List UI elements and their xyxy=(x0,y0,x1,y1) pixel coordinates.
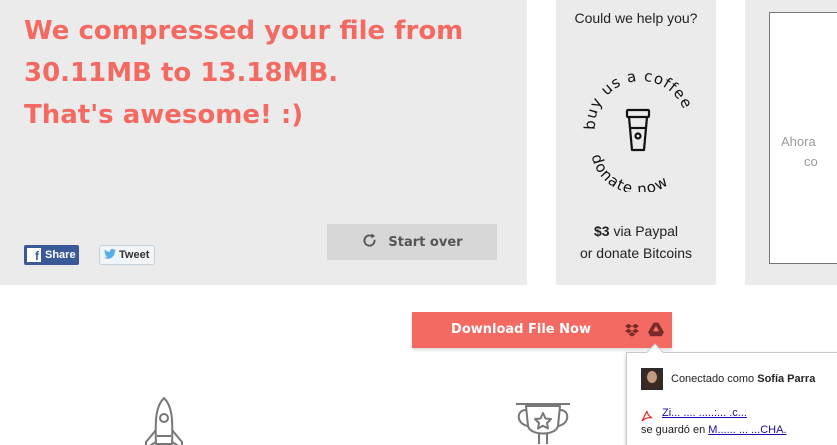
saved-location-text: se guardó en M...... ... ...CHA. xyxy=(641,424,787,436)
avatar xyxy=(641,368,663,390)
compression-result-headline: We compressed your file from 30.11MB to … xyxy=(24,10,504,136)
result-panel: We compressed your file from 30.11MB to … xyxy=(0,0,527,285)
right-panel-text-1: Ahora xyxy=(781,134,816,149)
headline-line-3: That's awesome! :) xyxy=(24,100,304,130)
buy-coffee-badge[interactable]: buy us a coffee donate now xyxy=(577,62,701,192)
donation-panel: Could we help you? buy us a coffee donat… xyxy=(556,0,716,285)
connected-as-text: Conectado como Sofía Parra xyxy=(671,373,815,385)
right-panel: Ahora co xyxy=(745,0,837,285)
paypal-donation-line[interactable]: $3 via Paypal xyxy=(556,223,716,239)
google-drive-popup: Conectado como Sofía Parra Zi... .... ..… xyxy=(626,343,837,445)
right-panel-text-2: co xyxy=(804,154,818,169)
saved-folder-link[interactable]: M...... ... ...CHA. xyxy=(708,424,786,436)
dropbox-icon[interactable] xyxy=(625,322,639,337)
trophy-icon xyxy=(516,403,570,444)
bitcoin-donation-line[interactable]: or donate Bitcoins xyxy=(556,245,716,261)
donation-price: $3 xyxy=(593,223,610,239)
download-file-button[interactable]: Download File Now xyxy=(412,312,672,348)
badge-top-text: buy us a coffee xyxy=(581,67,697,130)
donation-via: via Paypal xyxy=(613,223,679,239)
tweet-label: Tweet xyxy=(119,249,150,261)
headline-line-2: 30.11MB to 13.18MB. xyxy=(24,58,339,88)
connected-user-name: Sofía Parra xyxy=(757,373,816,385)
headline-line-1: We compressed your file from xyxy=(24,16,464,46)
start-over-label: Start over xyxy=(388,234,463,250)
connected-prefix: Conectado como xyxy=(671,373,755,385)
saved-prefix: se guardó en xyxy=(641,424,706,436)
facebook-icon: f xyxy=(27,248,41,262)
coffee-cup-icon xyxy=(625,108,651,152)
share-label: Share xyxy=(45,249,76,261)
rocket-icon xyxy=(145,397,183,445)
download-label: Download File Now xyxy=(451,322,591,337)
refresh-icon xyxy=(361,232,378,253)
facebook-share-button[interactable]: f Share xyxy=(24,245,79,265)
twitter-bird-icon xyxy=(104,248,116,262)
google-drive-icon[interactable] xyxy=(648,321,664,337)
tweet-button[interactable]: Tweet xyxy=(99,245,155,265)
pdf-icon xyxy=(641,407,653,422)
donation-title: Could we help you? xyxy=(574,10,698,26)
saved-file-link[interactable]: Zi... .... .....:... .c... xyxy=(662,407,747,419)
start-over-button[interactable]: Start over xyxy=(327,224,497,260)
badge-bottom-text: donate now xyxy=(588,152,672,192)
